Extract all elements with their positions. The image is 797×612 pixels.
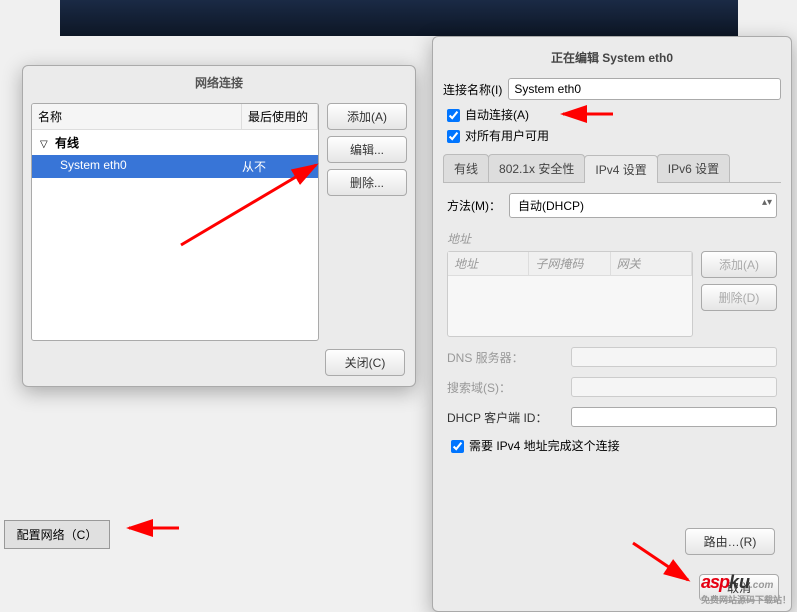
connection-list[interactable]: 名称 最后使用的 ▽ 有线 System eth0 从不 xyxy=(31,103,319,341)
edit-dialog-title: 正在编辑 System eth0 xyxy=(443,43,781,72)
edit-connection-dialog: 正在编辑 System eth0 连接名称(I) 自动连接(A) 对所有用户可用… xyxy=(432,36,792,612)
column-last-used[interactable]: 最后使用的 xyxy=(242,104,318,129)
dhcp-client-input[interactable] xyxy=(571,407,777,427)
auto-connect-label[interactable]: 自动连接(A) xyxy=(465,106,529,123)
connection-item-system-eth0[interactable]: System eth0 从不 xyxy=(32,155,318,178)
ipv4-tab-content: 方法(M)： 自动(DHCP) ▴▾ 地址 地址 子网掩码 网关 添加(A) xyxy=(443,183,781,462)
network-connections-dialog: 网络连接 名称 最后使用的 ▽ 有线 System eth0 从不 添加(A) … xyxy=(22,65,416,387)
tab-ipv4[interactable]: IPv4 设置 xyxy=(584,155,657,183)
method-value: 自动(DHCP) xyxy=(518,199,584,213)
search-domain-input xyxy=(571,377,777,397)
tabs: 有线 802.1x 安全性 IPv4 设置 IPv6 设置 xyxy=(443,154,781,183)
addresses-table[interactable]: 地址 子网掩码 网关 xyxy=(447,251,693,337)
watermark: aspku.com 免费网站源码下载站！ xyxy=(701,572,791,606)
connection-name-input[interactable] xyxy=(508,78,781,100)
col-address: 地址 xyxy=(448,252,529,275)
watermark-sub: 免费网站源码下载站！ xyxy=(701,593,791,606)
arrow-annotation-3 xyxy=(124,518,184,538)
expander-icon[interactable]: ▽ xyxy=(40,139,48,150)
delete-address-button[interactable]: 删除(D) xyxy=(701,284,777,311)
all-users-label[interactable]: 对所有用户可用 xyxy=(465,127,549,144)
top-banner xyxy=(60,0,738,36)
require-ipv4-label[interactable]: 需要 IPv4 地址完成这个连接 xyxy=(469,437,620,454)
col-gateway: 网关 xyxy=(611,252,692,275)
search-domain-label: 搜索域(S)： xyxy=(447,379,565,396)
column-name[interactable]: 名称 xyxy=(32,104,242,129)
tab-security[interactable]: 802.1x 安全性 xyxy=(488,154,585,182)
auto-connect-checkbox[interactable] xyxy=(447,109,460,122)
all-users-checkbox[interactable] xyxy=(447,130,460,143)
add-address-button[interactable]: 添加(A) xyxy=(701,251,777,278)
group-label: 有线 xyxy=(55,136,79,150)
delete-button[interactable]: 删除... xyxy=(327,169,407,196)
connection-name-label: 连接名称(I) xyxy=(443,81,502,98)
tab-ipv6[interactable]: IPv6 设置 xyxy=(657,154,730,182)
watermark-brand1: asp xyxy=(701,572,729,592)
watermark-brand2: ku xyxy=(729,572,750,592)
require-ipv4-checkbox[interactable] xyxy=(451,440,464,453)
dns-input xyxy=(571,347,777,367)
add-button[interactable]: 添加(A) xyxy=(327,103,407,130)
group-wired[interactable]: ▽ 有线 xyxy=(32,130,318,155)
dhcp-client-label: DHCP 客户端 ID： xyxy=(447,409,565,426)
dialog-title: 网络连接 xyxy=(23,66,415,99)
method-combo[interactable]: 自动(DHCP) ▴▾ xyxy=(509,193,777,218)
list-header: 名称 最后使用的 xyxy=(32,104,318,130)
dns-label: DNS 服务器： xyxy=(447,349,565,366)
item-last: 从不 xyxy=(242,158,318,175)
configure-network-button[interactable]: 配置网络（C） xyxy=(4,520,110,549)
tab-wired[interactable]: 有线 xyxy=(443,154,489,182)
addresses-label: 地址 xyxy=(447,230,777,247)
edit-button[interactable]: 编辑... xyxy=(327,136,407,163)
method-label: 方法(M)： xyxy=(447,197,501,214)
watermark-tld: .com xyxy=(750,580,773,591)
col-netmask: 子网掩码 xyxy=(529,252,610,275)
routes-button[interactable]: 路由…(R) xyxy=(685,528,775,555)
chevron-updown-icon: ▴▾ xyxy=(762,197,772,208)
item-name: System eth0 xyxy=(60,158,242,175)
close-button[interactable]: 关闭(C) xyxy=(325,349,405,376)
